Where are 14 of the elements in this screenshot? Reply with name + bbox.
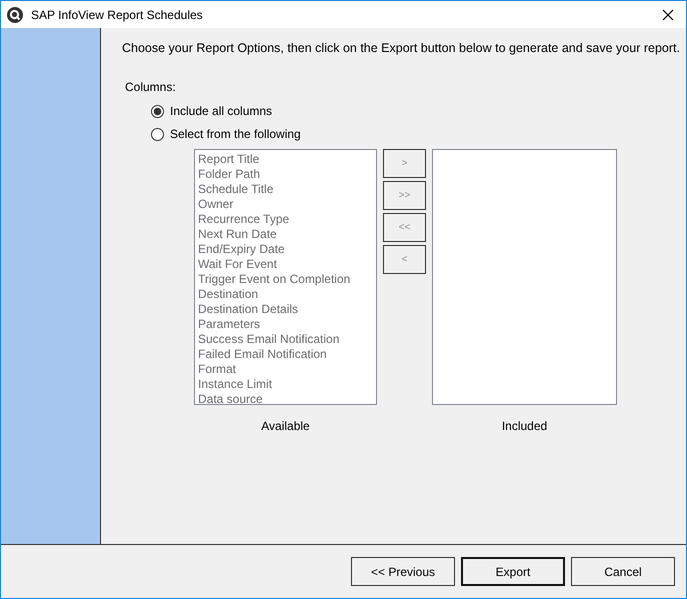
instructions-text: Choose your Report Options, then click on the Export button below to generate and save your report.	[122, 41, 681, 55]
close-icon[interactable]	[662, 8, 674, 20]
dialog-button[interactable]: << Previous	[351, 557, 455, 586]
included-label: Included	[502, 419, 548, 433]
dialog-button[interactable]: Export	[461, 557, 565, 586]
radio-option[interactable]: Include all columns	[151, 104, 272, 118]
radio-label: Include all columns	[170, 104, 272, 118]
radio-button[interactable]	[151, 104, 164, 118]
radio-button[interactable]	[151, 128, 164, 140]
dialog-button[interactable]: Cancel	[571, 557, 675, 586]
app-logo-icon	[7, 6, 23, 22]
available-label: Available	[261, 419, 310, 433]
window-title: SAP InfoView Report Schedules	[31, 8, 204, 22]
columns-label: Columns:	[125, 80, 177, 94]
